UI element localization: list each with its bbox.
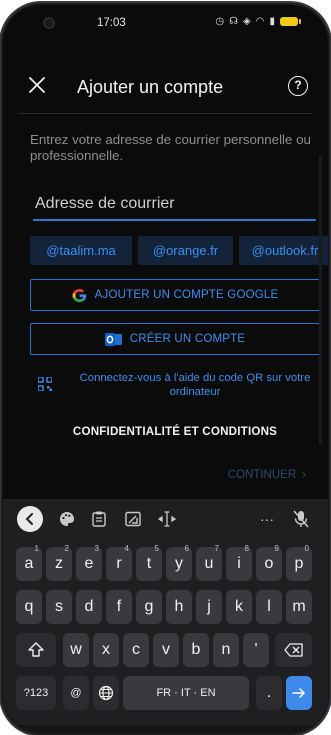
status-bar: 17:03 ◷ ☊ ◈ ◠ ▮ [3, 5, 328, 39]
key-x[interactable]: x [93, 633, 119, 667]
key-k[interactable]: k [226, 590, 252, 624]
keyboard-toolbar: ··· [3, 499, 328, 539]
clipboard-icon[interactable] [87, 508, 111, 530]
qr-code-icon [38, 377, 52, 391]
key-a[interactable]: a1 [16, 544, 42, 581]
continue-label: CONTINUER [227, 469, 297, 481]
close-button[interactable] [25, 73, 49, 97]
create-account-label: CRÉER UN COMPTE [129, 333, 246, 345]
wifi-icon: ◠ [255, 16, 265, 27]
key-v[interactable]: v [153, 633, 179, 667]
symbols-key[interactable]: ?123 [16, 676, 56, 710]
backspace-key[interactable] [275, 633, 312, 667]
key-o[interactable]: o9 [256, 544, 282, 581]
backspace-icon [283, 643, 303, 657]
key-n[interactable]: n [213, 633, 239, 667]
key-f[interactable]: f [106, 590, 132, 624]
key-m[interactable]: m [286, 590, 312, 624]
shift-icon [28, 642, 44, 657]
add-google-account-button[interactable]: AJOUTER UN COMPTE GOOGLE [30, 279, 320, 311]
space-key[interactable]: FR · IT · EN [123, 676, 249, 710]
key-r[interactable]: r4 [106, 544, 132, 581]
key-h[interactable]: h [166, 590, 192, 624]
front-camera [43, 17, 55, 29]
shift-key[interactable] [16, 633, 56, 667]
status-time: 17:03 [97, 17, 126, 29]
image-icon[interactable] [121, 508, 145, 530]
domain-suggestions: @taalim.ma @orange.fr @outlook.fr [30, 236, 328, 266]
key-q[interactable]: q [16, 590, 42, 624]
key-b[interactable]: b [183, 633, 209, 667]
key-s[interactable]: s [46, 590, 72, 624]
navigation-bar [3, 725, 328, 733]
language-key[interactable] [93, 676, 119, 710]
privacy-terms-link[interactable]: CONFIDENTIALITÉ ET CONDITIONS [30, 425, 320, 438]
close-icon [29, 77, 45, 93]
vibrate-icon: ◈ [243, 16, 251, 27]
key-z[interactable]: z2 [46, 544, 72, 581]
page-title: Ajouter un compte [77, 77, 224, 97]
email-input[interactable] [33, 183, 316, 221]
outlook-icon [104, 332, 122, 346]
battery-icon [280, 17, 301, 26]
arrow-right-icon [292, 688, 306, 698]
qr-login-link[interactable]: Connectez-vous à l'aide du code QR sur v… [30, 371, 320, 403]
key-p[interactable]: p0 [286, 544, 312, 581]
keyboard-collapse-button[interactable] [17, 506, 43, 532]
help-button[interactable]: ? [288, 76, 308, 96]
key-c[interactable]: c [123, 633, 149, 667]
help-icon: ? [294, 78, 302, 92]
domain-chip[interactable]: @outlook.fr [239, 236, 328, 265]
chevron-right-icon: › [302, 469, 306, 481]
key-t[interactable]: t5 [136, 544, 162, 581]
alarm-icon: ◷ [215, 16, 225, 27]
palette-icon[interactable] [55, 508, 79, 530]
phone-screen: 17:03 ◷ ☊ ◈ ◠ ▮ Ajouter un compte ? Entr… [3, 5, 328, 733]
domain-chip[interactable]: @taalim.ma [30, 236, 132, 265]
at-key[interactable]: @ [63, 676, 89, 710]
keyboard: ··· a1 z2 e3 r4 t5 y6 u7 i8 o9 p0 q s d … [3, 499, 328, 733]
continue-button[interactable]: CONTINUER › [228, 469, 306, 481]
headset-icon: ☊ [229, 16, 239, 27]
header-divider [19, 113, 312, 114]
domain-chip[interactable]: @orange.fr [138, 236, 233, 265]
enter-key[interactable] [286, 676, 312, 710]
cursor-icon[interactable] [155, 508, 179, 530]
more-icon[interactable]: ··· [255, 508, 279, 530]
app-header: Ajouter un compte ? [3, 67, 328, 107]
add-google-account-label: AJOUTER UN COMPTE GOOGLE [94, 289, 279, 301]
key-u[interactable]: u7 [196, 544, 222, 581]
mic-off-icon[interactable] [289, 508, 313, 530]
key-l[interactable]: l [256, 590, 282, 624]
chevron-left-icon [25, 513, 33, 525]
status-icons: ◷ ☊ ◈ ◠ ▮ [215, 16, 301, 27]
key-d[interactable]: d [76, 590, 102, 624]
google-icon [72, 288, 86, 302]
period-key[interactable]: . [256, 676, 282, 710]
qr-login-label: Connectez-vous à l'aide du code QR sur v… [79, 372, 311, 398]
key-j[interactable]: j [196, 590, 222, 624]
signal-icon: ▮ [269, 16, 275, 27]
key-w[interactable]: w [63, 633, 89, 667]
scrollbar[interactable] [319, 155, 322, 445]
key-e[interactable]: e3 [76, 544, 102, 581]
key-i[interactable]: i8 [226, 544, 252, 581]
key-y[interactable]: y6 [166, 544, 192, 581]
instruction-text: Entrez votre adresse de courrier personn… [30, 132, 311, 163]
globe-icon [98, 685, 114, 701]
create-account-button[interactable]: CRÉER UN COMPTE [30, 323, 320, 355]
key-apostrophe[interactable]: ' [243, 633, 269, 667]
key-g[interactable]: g [136, 590, 162, 624]
